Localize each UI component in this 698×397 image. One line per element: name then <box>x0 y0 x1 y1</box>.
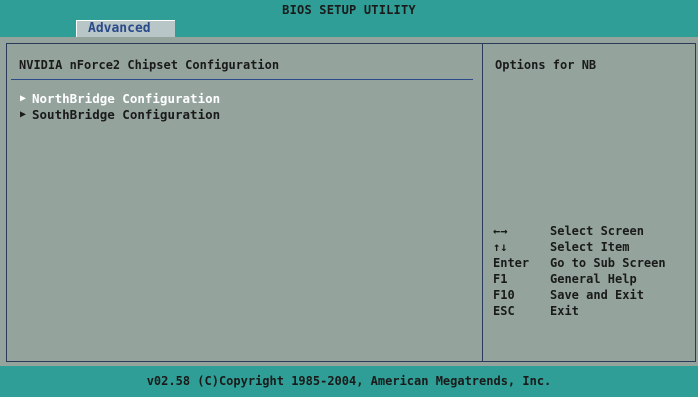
main-area: NVIDIA nForce2 Chipset Configuration ▶ N… <box>0 37 698 366</box>
copyright-text: v02.58 (C)Copyright 1985-2004, American … <box>146 374 552 388</box>
page-title: NVIDIA nForce2 Chipset Configuration <box>19 58 280 72</box>
key-legend: ←→ Select Screen ↑↓ Select Item Enter Go… <box>483 223 696 319</box>
legend-row-select-screen: ←→ Select Screen <box>483 223 696 239</box>
tab-strip: Advanced <box>0 20 698 37</box>
menu-item-label: SouthBridge Configuration <box>32 107 221 122</box>
bios-screen: BIOS SETUP UTILITY Advanced NVIDIA nForc… <box>0 0 698 397</box>
legend-action: Select Item <box>550 240 630 254</box>
legend-key: ↑↓ <box>493 240 508 254</box>
legend-key: ESC <box>493 304 515 318</box>
menu-item-northbridge-configuration[interactable]: ▶ NorthBridge Configuration <box>20 91 220 106</box>
legend-key: F10 <box>493 288 515 302</box>
legend-key: F1 <box>493 272 508 286</box>
legend-row-exit: ESC Exit <box>483 303 696 319</box>
window-title: BIOS SETUP UTILITY <box>282 3 416 17</box>
title-bar: BIOS SETUP UTILITY Advanced <box>0 0 698 37</box>
legend-key: ←→ <box>493 224 508 238</box>
title-underline <box>11 79 473 80</box>
submenu-arrow-icon: ▶ <box>20 109 27 120</box>
menu-item-label: NorthBridge Configuration <box>32 91 221 106</box>
status-bar: v02.58 (C)Copyright 1985-2004, American … <box>0 366 698 397</box>
legend-action: General Help <box>550 272 637 286</box>
legend-row-select-item: ↑↓ Select Item <box>483 239 696 255</box>
legend-key: Enter <box>493 256 530 270</box>
legend-row-general-help: F1 General Help <box>483 271 696 287</box>
help-pane: Options for NB ←→ Select Screen ↑↓ Selec… <box>483 43 696 362</box>
submenu-arrow-icon: ▶ <box>20 93 27 104</box>
help-text: Options for NB <box>495 58 597 72</box>
legend-action: Select Screen <box>550 224 644 238</box>
menu-item-southbridge-configuration[interactable]: ▶ SouthBridge Configuration <box>20 107 220 122</box>
legend-row-go-to-sub-screen: Enter Go to Sub Screen <box>483 255 696 271</box>
legend-action: Go to Sub Screen <box>550 256 666 270</box>
tab-advanced[interactable]: Advanced <box>76 20 175 37</box>
legend-action: Save and Exit <box>550 288 644 302</box>
legend-action: Exit <box>550 304 579 318</box>
legend-row-save-and-exit: F10 Save and Exit <box>483 287 696 303</box>
settings-pane: NVIDIA nForce2 Chipset Configuration ▶ N… <box>6 43 482 362</box>
